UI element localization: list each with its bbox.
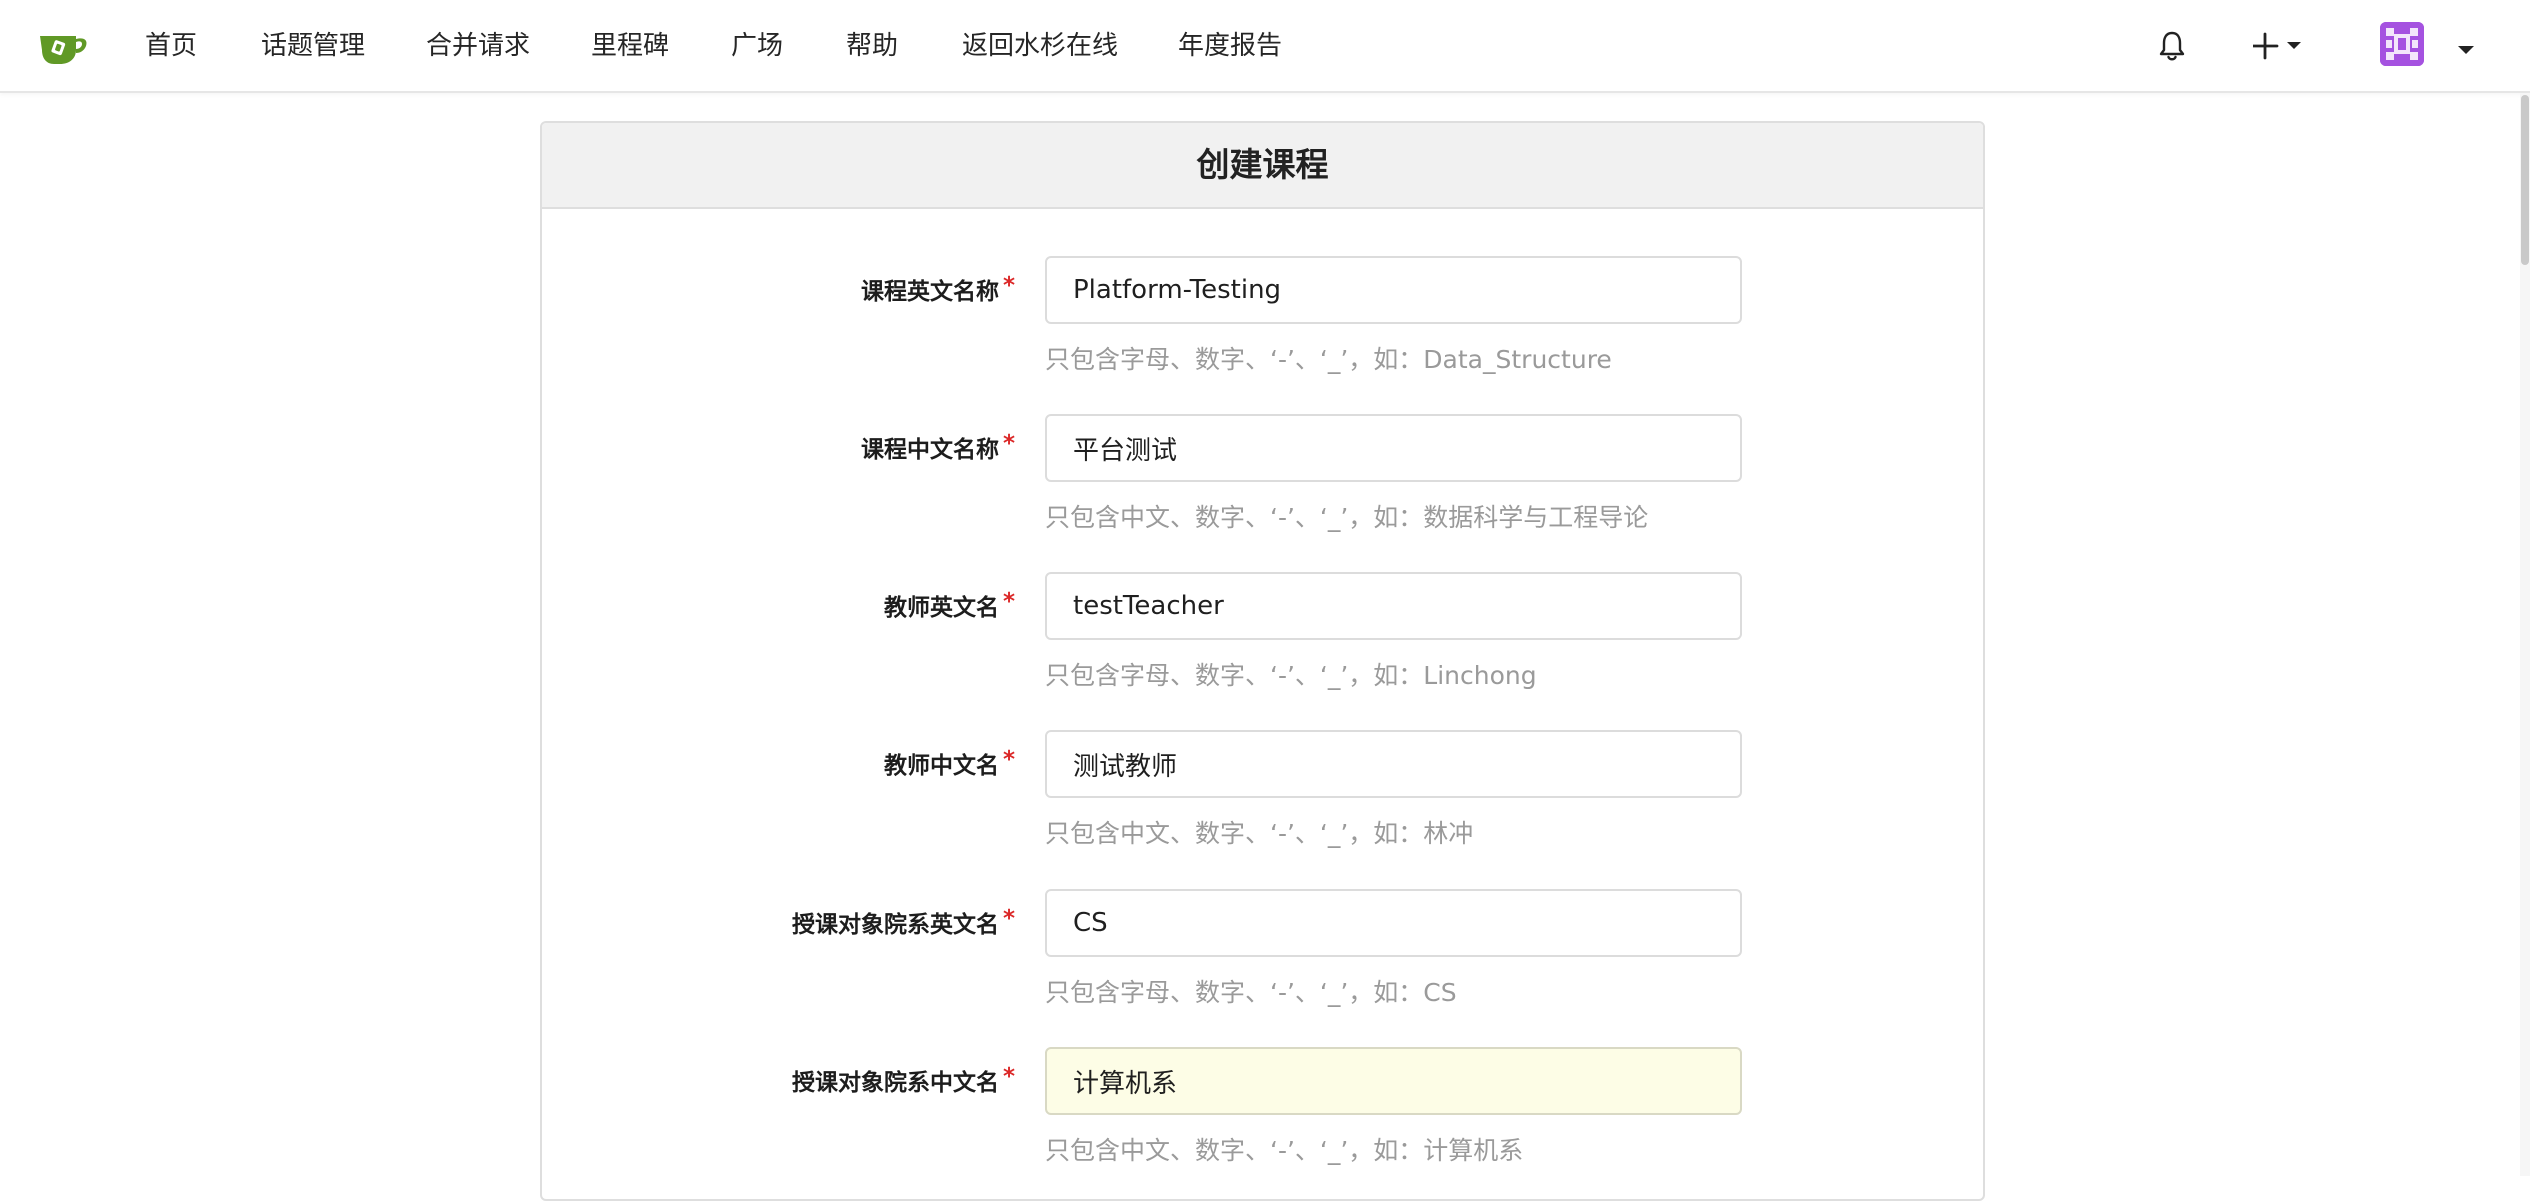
teacher-english-name-input[interactable]	[1045, 572, 1742, 640]
required-mark: *	[1002, 589, 1015, 615]
user-avatar-icon[interactable]	[2380, 22, 2424, 66]
field-label-text: 课程中文名称	[860, 437, 999, 463]
form-title: 创建课程	[542, 123, 1983, 209]
top-navbar: 首页 话题管理 合并请求 里程碑 广场 帮助 返回水杉在线 年度报告	[0, 0, 2530, 93]
field-label-text: 课程英文名称	[860, 279, 999, 305]
gitea-teacup-logo-icon[interactable]	[36, 28, 90, 66]
course-english-name-input[interactable]	[1045, 256, 1742, 324]
teacher-chinese-name-input[interactable]	[1045, 730, 1742, 798]
teacher-english-name-label: 教师英文名 *	[555, 588, 1015, 622]
field-label-text: 授课对象院系中文名	[791, 1070, 999, 1096]
required-mark: *	[1002, 273, 1015, 299]
plus-icon	[2251, 32, 2301, 60]
nav-help-link[interactable]: 帮助	[846, 24, 898, 68]
nav-milestones-link[interactable]: 里程碑	[591, 24, 669, 68]
teacher-chinese-name-label: 教师中文名 *	[555, 746, 1015, 780]
teacher-chinese-name-hint: 只包含中文、数字、‘-’、‘_’，如：林冲	[1045, 819, 1474, 848]
course-english-name-label: 课程英文名称 *	[555, 272, 1015, 306]
department-english-name-hint: 只包含字母、数字、‘-’、‘_’，如：CS	[1045, 978, 1457, 1007]
required-mark: *	[1002, 1064, 1015, 1090]
user-menu-chevron-down-icon[interactable]	[2458, 40, 2474, 54]
nav-pull-requests-link[interactable]: 合并请求	[426, 24, 530, 68]
nav-home-link[interactable]: 首页	[145, 24, 197, 68]
department-english-name-input[interactable]	[1045, 889, 1742, 957]
required-mark: *	[1002, 906, 1015, 932]
nav-back-to-shuishan-link[interactable]: 返回水杉在线	[962, 24, 1118, 68]
page-scrollbar-thumb[interactable]	[2521, 95, 2529, 265]
bell-icon[interactable]	[2157, 30, 2187, 62]
nav-explore-link[interactable]: 广场	[731, 24, 783, 68]
course-english-name-hint: 只包含字母、数字、‘-’、‘_’，如：Data_Structure	[1045, 345, 1612, 374]
chevron-down-icon	[2287, 42, 2301, 49]
course-chinese-name-input[interactable]	[1045, 414, 1742, 482]
field-label-text: 授课对象院系英文名	[791, 912, 999, 938]
required-mark: *	[1002, 747, 1015, 773]
create-new-menu-button[interactable]	[2251, 32, 2313, 60]
field-label-text: 教师中文名	[883, 753, 999, 779]
department-english-name-label: 授课对象院系英文名 *	[555, 905, 1015, 939]
nav-annual-report-link[interactable]: 年度报告	[1178, 24, 1282, 68]
course-chinese-name-hint: 只包含中文、数字、‘-’、‘_’，如：数据科学与工程导论	[1045, 503, 1649, 532]
teacher-english-name-hint: 只包含字母、数字、‘-’、‘_’，如：Linchong	[1045, 661, 1537, 690]
course-chinese-name-label: 课程中文名称 *	[555, 430, 1015, 464]
department-chinese-name-hint: 只包含中文、数字、‘-’、‘_’，如：计算机系	[1045, 1136, 1524, 1165]
department-chinese-name-label: 授课对象院系中文名 *	[555, 1063, 1015, 1097]
field-label-text: 教师英文名	[883, 595, 999, 621]
department-chinese-name-input[interactable]	[1045, 1047, 1742, 1115]
nav-issues-link[interactable]: 话题管理	[261, 24, 365, 68]
required-mark: *	[1002, 431, 1015, 457]
